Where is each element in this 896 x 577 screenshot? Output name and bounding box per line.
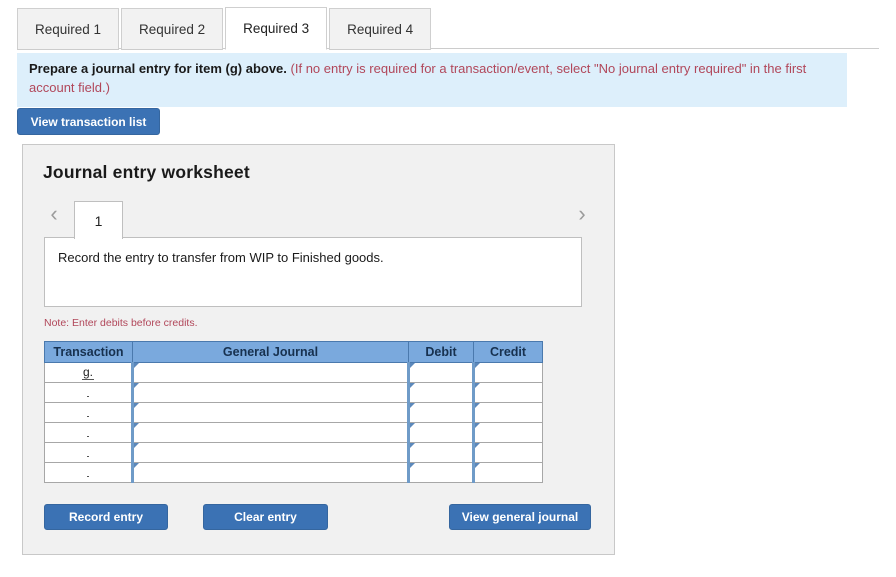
general-journal-input[interactable] [134,383,407,402]
journal-entry-table: Transaction General Journal Debit Credit… [44,341,543,483]
cell-transaction [44,422,133,443]
credit-input[interactable] [475,363,542,382]
debit-input[interactable] [410,463,472,482]
table-row [44,422,543,443]
cell-general-journal[interactable] [131,422,409,443]
tab-required-1[interactable]: Required 1 [17,8,120,50]
tab-label: Required 2 [139,21,206,37]
debit-input[interactable] [410,443,472,462]
cell-credit[interactable] [472,462,543,483]
table-row: g. [44,362,543,383]
table-row [44,382,543,403]
table-row [44,462,543,483]
cell-debit[interactable] [407,362,474,383]
cell-general-journal[interactable] [131,442,409,463]
tab-required-3[interactable]: Required 3 [225,7,328,50]
worksheet-pager: ‹ 1 › [23,193,616,239]
cell-general-journal[interactable] [131,402,409,423]
general-journal-input[interactable] [134,423,407,442]
table-row [44,442,543,463]
record-entry-label: Record entry [68,510,144,524]
cell-credit[interactable] [472,422,543,443]
tab-required-2[interactable]: Required 2 [121,8,224,50]
transaction-id-label [87,475,89,477]
credit-input[interactable] [475,403,542,422]
view-general-journal-label: View general journal [461,510,579,524]
transaction-id-label [87,395,89,397]
general-journal-input[interactable] [134,363,407,382]
column-header-credit: Credit [473,341,543,363]
transaction-id-label [87,455,89,457]
cell-credit[interactable] [472,382,543,403]
debit-input[interactable] [410,403,472,422]
credit-input[interactable] [475,443,542,462]
tab-label: Required 3 [243,21,310,36]
view-transaction-list-label: View transaction list [30,114,147,129]
tab-required-4[interactable]: Required 4 [329,8,432,50]
cell-transaction: g. [44,362,133,383]
view-transaction-list-button[interactable]: View transaction list [17,108,160,135]
general-journal-input[interactable] [134,403,407,422]
clear-entry-label: Clear entry [234,510,297,524]
cell-debit[interactable] [407,442,474,463]
credit-input[interactable] [475,383,542,402]
clear-entry-button[interactable]: Clear entry [203,504,328,530]
instruction-text: Prepare a journal entry for item (g) abo… [29,61,287,76]
cell-debit[interactable] [407,462,474,483]
tab-strip: Required 1 Required 2 Required 3 Require… [0,0,896,50]
cell-credit[interactable] [472,402,543,423]
cell-general-journal[interactable] [131,382,409,403]
cell-debit[interactable] [407,422,474,443]
transaction-id-label [87,435,89,437]
general-journal-input[interactable] [134,443,407,462]
cell-debit[interactable] [407,382,474,403]
debit-input[interactable] [410,423,472,442]
worksheet-page-number: 1 [94,212,103,229]
transaction-id-label: g. [81,365,94,380]
cell-transaction [44,462,133,483]
chevron-left-icon[interactable]: ‹ [44,203,64,227]
table-header-row: Transaction General Journal Debit Credit [44,341,543,363]
transaction-id-label [87,415,89,417]
instruction-banner: Prepare a journal entry for item (g) abo… [17,53,847,107]
worksheet-prompt-box: Record the entry to transfer from WIP to… [44,237,582,307]
cell-transaction [44,442,133,463]
cell-transaction [44,402,133,423]
worksheet-page-tab-1[interactable]: 1 [74,201,123,239]
view-general-journal-button[interactable]: View general journal [449,504,591,530]
worksheet-title: Journal entry worksheet [43,162,250,182]
chevron-right-icon[interactable]: › [572,203,592,227]
worksheet-prompt-text: Record the entry to transfer from WIP to… [58,250,384,265]
general-journal-input[interactable] [134,463,407,482]
tab-list: Required 1 Required 2 Required 3 Require… [17,7,433,50]
debit-input[interactable] [410,363,472,382]
cell-debit[interactable] [407,402,474,423]
journal-entry-worksheet-panel: Journal entry worksheet ‹ 1 › Record the… [22,144,615,555]
cell-credit[interactable] [472,442,543,463]
record-entry-button[interactable]: Record entry [44,504,168,530]
column-header-debit: Debit [408,341,474,363]
column-header-general-journal: General Journal [132,341,409,363]
cell-general-journal[interactable] [131,462,409,483]
cell-general-journal[interactable] [131,362,409,383]
table-row [44,402,543,423]
debit-input[interactable] [410,383,472,402]
cell-transaction [44,382,133,403]
credit-input[interactable] [475,463,542,482]
cell-credit[interactable] [472,362,543,383]
debits-before-credits-note: Note: Enter debits before credits. [44,317,198,329]
credit-input[interactable] [475,423,542,442]
column-header-transaction: Transaction [44,341,133,363]
tab-label: Required 1 [35,21,102,37]
tab-label: Required 4 [347,21,414,37]
